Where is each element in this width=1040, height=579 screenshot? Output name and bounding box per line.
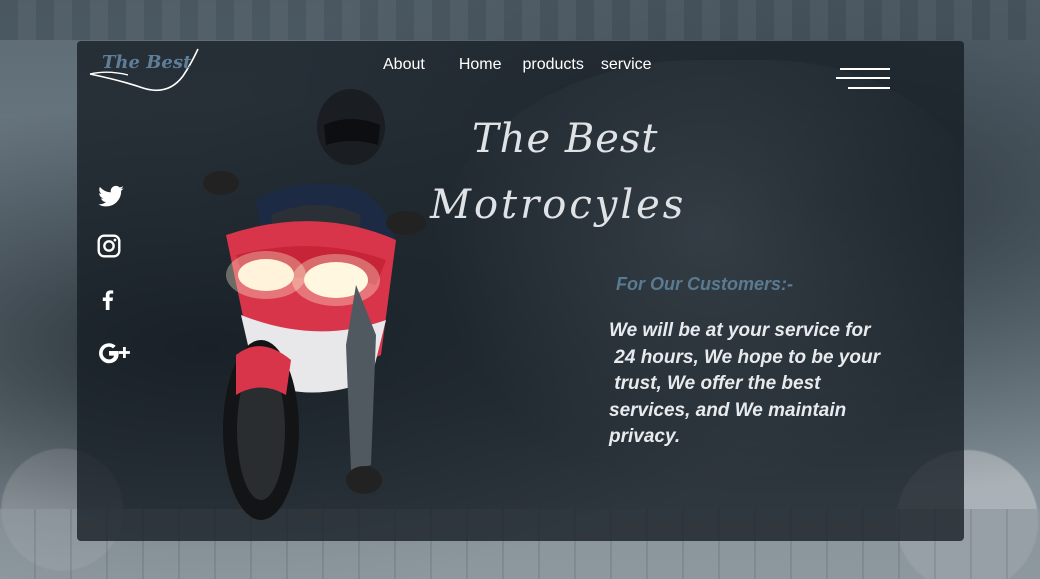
logo-text: The Best [102,52,192,73]
facebook-icon[interactable] [96,287,132,319]
nav-service-link[interactable]: service [601,56,652,74]
main-nav: About Home products service [383,56,652,74]
nav-home-link[interactable]: Home [459,56,502,74]
nav-about-link[interactable]: About [383,56,425,74]
instagram-icon[interactable] [96,233,132,265]
google-plus-icon[interactable] [96,338,132,370]
hamburger-menu-icon [836,77,890,79]
brand-logo[interactable]: The Best [88,46,203,96]
hamburger-menu-icon [848,87,890,89]
hamburger-menu-icon [840,68,890,70]
rider-motorcycle-image [203,89,426,520]
hero-title-line2: Motrocyles [430,182,687,228]
twitter-icon[interactable] [96,183,132,215]
customers-heading: For Our Customers:- [616,274,794,294]
nav-products-link[interactable]: products [523,56,584,74]
hero-title-line1: The Best [472,116,659,162]
customers-description: We will be at your service for 24 hours,… [609,320,880,447]
hamburger-menu-button[interactable] [836,66,890,94]
